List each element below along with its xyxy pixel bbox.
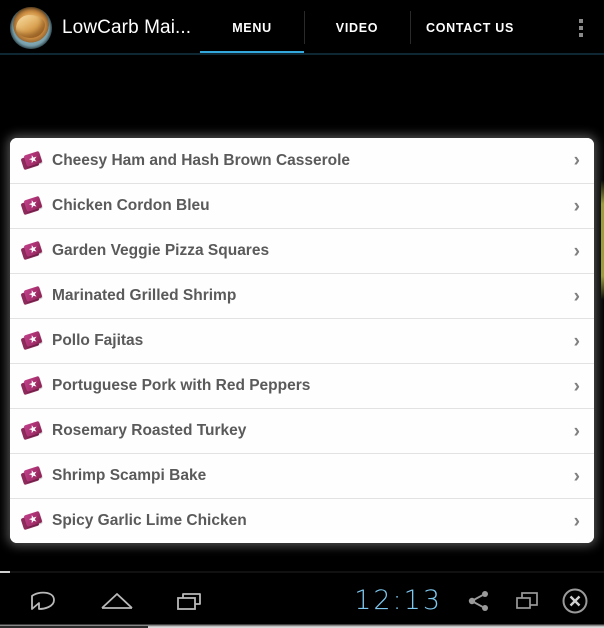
recipe-card-icon: ★ xyxy=(20,240,44,261)
recent-apps-icon[interactable] xyxy=(174,586,208,616)
share-icon[interactable] xyxy=(462,586,496,616)
status-clock: 12:13 xyxy=(354,585,442,616)
app-logo-food-photo-icon xyxy=(10,6,52,49)
list-item[interactable]: ★ Portuguese Pork with Red Peppers › xyxy=(10,363,594,408)
list-item[interactable]: ★ Rosemary Roasted Turkey › xyxy=(10,408,594,453)
chevron-right-icon[interactable]: › xyxy=(566,377,580,396)
overflow-dot xyxy=(579,25,583,30)
overflow-dot xyxy=(579,18,583,23)
chevron-right-icon[interactable]: › xyxy=(566,467,580,486)
navbar-system-buttons xyxy=(0,586,208,616)
tab-bar: MENU VIDEO CONTACT US xyxy=(200,0,604,55)
chevron-right-icon[interactable]: › xyxy=(566,197,580,216)
recipe-card-icon: ★ xyxy=(20,510,44,531)
list-item[interactable]: ★ Spicy Garlic Lime Chicken › xyxy=(10,498,594,543)
recipe-card-icon: ★ xyxy=(20,330,44,351)
chevron-right-icon[interactable]: › xyxy=(566,332,580,351)
screenshot-icon[interactable] xyxy=(510,586,544,616)
recipe-card-icon: ★ xyxy=(20,285,44,306)
recipe-card-icon: ★ xyxy=(20,150,44,171)
chevron-right-icon[interactable]: › xyxy=(566,422,580,441)
recipe-list: ★ Cheesy Ham and Hash Brown Casserole › ★ Ch… xyxy=(10,138,594,543)
overflow-menu-icon[interactable] xyxy=(558,0,604,55)
list-item-label: Shrimp Scampi Bake xyxy=(52,467,207,484)
overflow-dot xyxy=(579,32,583,37)
list-item-label: Chicken Cordon Bleu xyxy=(52,197,210,214)
chevron-right-icon[interactable]: › xyxy=(566,287,580,306)
list-item-label: Spicy Garlic Lime Chicken xyxy=(52,512,247,529)
chevron-right-icon[interactable]: › xyxy=(566,242,580,261)
list-item-label: Garden Veggie Pizza Squares xyxy=(52,242,270,259)
chevron-right-icon[interactable]: › xyxy=(566,512,580,531)
list-item[interactable]: ★ Garden Veggie Pizza Squares › xyxy=(10,228,594,273)
recipe-card-icon: ★ xyxy=(20,420,44,441)
list-item[interactable]: ★ Cheesy Ham and Hash Brown Casserole › xyxy=(10,138,594,183)
list-item-label: Marinated Grilled Shrimp xyxy=(52,287,237,304)
recipe-card-icon: ★ xyxy=(20,375,44,396)
android-navigation-bar: 12:13 xyxy=(0,573,604,628)
tab-menu[interactable]: MENU xyxy=(200,0,304,55)
back-icon[interactable] xyxy=(26,586,60,616)
list-item[interactable]: ★ Chicken Cordon Bleu › xyxy=(10,183,594,228)
chevron-right-icon[interactable]: › xyxy=(566,151,580,170)
list-item-label: Pollo Fajitas xyxy=(52,332,144,349)
close-circle-icon[interactable] xyxy=(558,586,592,616)
tab-contact-us-label: CONTACT US xyxy=(425,20,514,35)
app-header: LowCarb Mai... MENU VIDEO CONTACT US xyxy=(0,0,604,55)
tab-contact-us[interactable]: CONTACT US xyxy=(410,0,530,55)
list-item[interactable]: ★ Marinated Grilled Shrimp › xyxy=(10,273,594,318)
home-icon[interactable] xyxy=(100,586,134,616)
recipe-card-icon: ★ xyxy=(20,465,44,486)
list-item[interactable]: ★ Pollo Fajitas › xyxy=(10,318,594,363)
navbar-status-area: 12:13 xyxy=(354,585,604,616)
list-item-label: Cheesy Ham and Hash Brown Casserole xyxy=(52,151,351,169)
list-item-label: Portuguese Pork with Red Peppers xyxy=(52,377,311,394)
list-item[interactable]: ★ Shrimp Scampi Bake › xyxy=(10,453,594,498)
tab-video[interactable]: VIDEO xyxy=(304,0,410,55)
tab-video-label: VIDEO xyxy=(335,20,379,35)
brand: LowCarb Mai... xyxy=(0,0,200,55)
tab-menu-label: MENU xyxy=(232,20,272,35)
page-title: LowCarb Mai... xyxy=(62,16,192,38)
recipe-card-icon: ★ xyxy=(20,195,44,216)
list-item-label: Rosemary Roasted Turkey xyxy=(52,422,247,439)
